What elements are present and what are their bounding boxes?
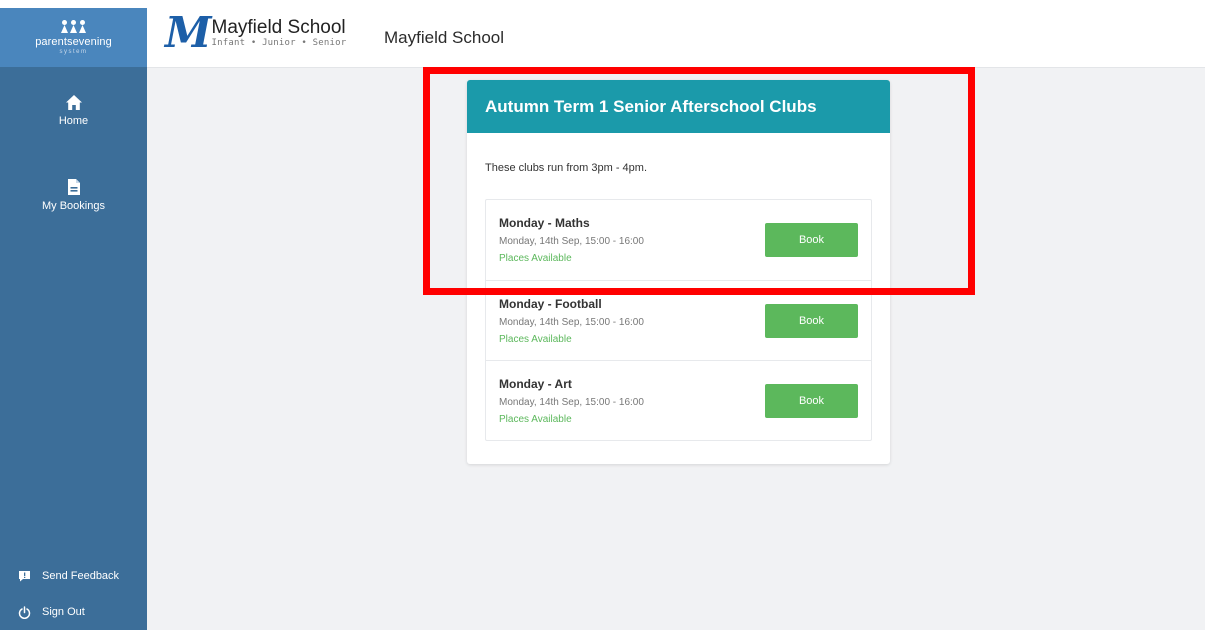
sign-out-button[interactable]: Sign Out: [0, 594, 147, 630]
school-name: Mayfield School: [384, 28, 505, 47]
school-crest-icon: M: [165, 8, 211, 57]
clubs-card: Autumn Term 1 Senior Afterschool Clubs T…: [467, 80, 890, 464]
club-status: Places Available: [499, 414, 572, 425]
send-feedback-label: Send Feedback: [42, 570, 120, 582]
send-feedback-button[interactable]: Send Feedback: [0, 558, 147, 594]
logo-tagline: Infant • Junior • Senior: [211, 38, 347, 48]
book-maths-button[interactable]: Book: [765, 223, 858, 257]
power-icon: [17, 605, 31, 619]
card-title: Autumn Term 1 Senior Afterschool Clubs: [485, 96, 817, 116]
nav-my-bookings[interactable]: My Bookings: [0, 178, 147, 212]
people-icon: [61, 20, 86, 33]
document-icon: [67, 179, 80, 195]
nav-my-bookings-label: My Bookings: [42, 200, 105, 212]
club-status: Places Available: [499, 334, 572, 345]
brand-name: parentsevening: [35, 36, 112, 48]
sign-out-label: Sign Out: [42, 606, 85, 618]
club-name: Monday - Football: [499, 297, 602, 311]
home-icon: [65, 95, 82, 110]
clubs-list: Monday - Maths Monday, 14th Sep, 15:00 -…: [485, 199, 872, 441]
card-header: Autumn Term 1 Senior Afterschool Clubs: [467, 80, 890, 133]
sidebar-bottom: Send Feedback Sign Out: [0, 558, 147, 630]
logo-title: Mayfield School: [211, 17, 346, 38]
sidebar: parentsevening system Home My Bookings S…: [0, 8, 147, 630]
top-strip: [0, 0, 1205, 8]
club-row: Monday - Art Monday, 14th Sep, 15:00 - 1…: [486, 360, 871, 440]
book-art-button[interactable]: Book: [765, 384, 858, 418]
club-time: Monday, 14th Sep, 15:00 - 16:00: [499, 317, 644, 328]
club-status: Places Available: [499, 253, 572, 264]
school-logo[interactable]: M Mayfield School Infant • Junior • Seni…: [165, 12, 346, 54]
club-row: Monday - Maths Monday, 14th Sep, 15:00 -…: [486, 200, 871, 280]
brand-subtitle: system: [59, 49, 88, 55]
club-row: Monday - Football Monday, 14th Sep, 15:0…: [486, 280, 871, 360]
book-football-button[interactable]: Book: [765, 304, 858, 338]
feedback-icon: [17, 570, 31, 582]
club-time: Monday, 14th Sep, 15:00 - 16:00: [499, 397, 644, 408]
club-name: Monday - Maths: [499, 216, 590, 230]
nav-home-label: Home: [58, 115, 89, 127]
club-name: Monday - Art: [499, 377, 572, 391]
club-time: Monday, 14th Sep, 15:00 - 16:00: [499, 236, 644, 247]
brand-logo[interactable]: parentsevening system: [0, 8, 147, 67]
top-header: M Mayfield School Infant • Junior • Seni…: [147, 8, 1205, 68]
nav-home[interactable]: Home: [0, 94, 147, 127]
